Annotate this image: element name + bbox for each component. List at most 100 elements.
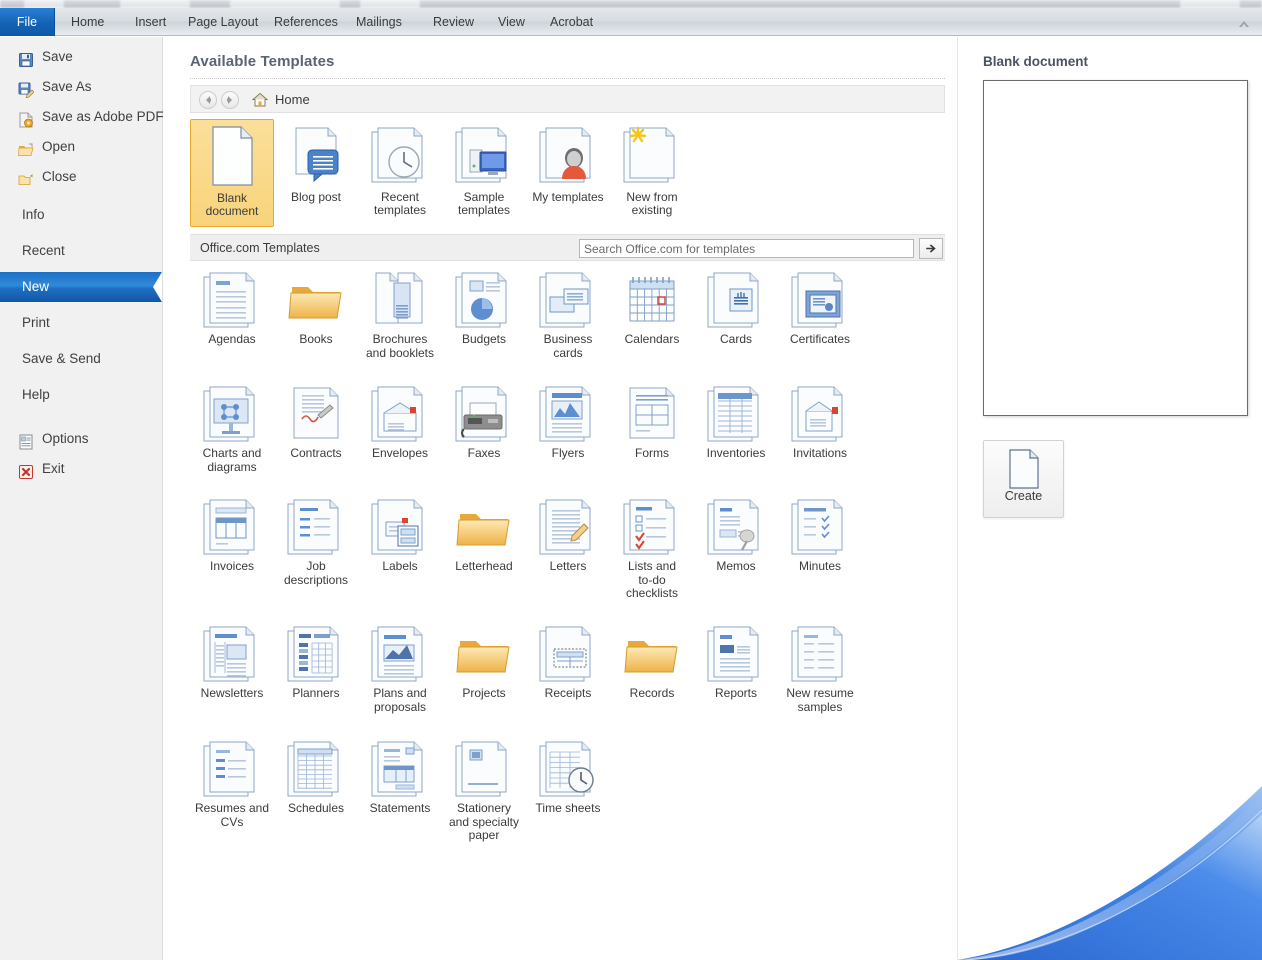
office-template-records[interactable]: Records [610,621,694,701]
tab-mailings[interactable]: Mailings [345,8,413,36]
tab-review[interactable]: Review [422,8,485,36]
sidebar-item-help[interactable]: Help [0,380,162,410]
template-tile-blog-post[interactable]: Blog post [274,119,358,227]
flyers-icon [526,381,610,447]
tab-file[interactable]: File [0,8,55,36]
office-template-plans-and-proposals[interactable]: Plans andproposals [358,621,442,714]
template-tile-recent-templates[interactable]: Recenttemplates [358,119,442,227]
office-template-statements[interactable]: Statements [358,736,442,816]
office-template-stationery-and-specialty-paper[interactable]: Stationeryand specialtypaper [442,736,526,843]
arrow-left-icon[interactable] [199,91,217,109]
template-tile-my-templates[interactable]: My templates [526,119,610,227]
office-template-contracts[interactable]: Contracts [274,381,358,461]
office-com-label: Office.com Templates [200,235,320,262]
office-template-cards[interactable]: Cards [694,267,778,347]
sidebar-item-print[interactable]: Print [0,308,162,338]
sidebar-item-options[interactable]: Options [0,424,162,454]
office-template-invitations[interactable]: Invitations [778,381,862,461]
sidebar-item-info[interactable]: Info [0,200,162,230]
sidebar-item-exit[interactable]: Exit [0,454,162,484]
office-template-budgets[interactable]: Budgets [442,267,526,347]
sidebar-item-save-as-adobe-pdf[interactable]: Save as Adobe PDF [0,102,162,132]
office-template-projects[interactable]: Projects [442,621,526,701]
tab-view[interactable]: View [487,8,536,36]
office-template-newsletters[interactable]: Newsletters [190,621,274,701]
office-template-receipts[interactable]: Receipts [526,621,610,701]
office-template-business-cards[interactable]: Businesscards [526,267,610,360]
arrow-right-icon[interactable] [221,91,239,109]
office-template-charts-and-diagrams[interactable]: Charts anddiagrams [190,381,274,474]
chevron-up-icon[interactable] [1238,17,1250,27]
office-com-template-grid: AgendasBooksBrochuresand bookletsBudgets… [190,267,945,861]
template-tile-label: Blankdocument [191,192,273,218]
office-template-lists-and-to-do-checklists[interactable]: Lists andto-dochecklists [610,494,694,601]
tab-acrobat[interactable]: Acrobat [539,8,604,36]
sidebar-item-close[interactable]: Close [0,162,162,192]
office-template-label: Labels [358,560,442,574]
time-sheets-icon [526,736,610,802]
tab-page-layout[interactable]: Page Layout [177,8,269,36]
office-template-brochures-and-booklets[interactable]: Brochuresand booklets [358,267,442,360]
create-button[interactable]: Create [983,440,1064,518]
template-tile-sample-templates[interactable]: Sampletemplates [442,119,526,227]
office-template-label: Calendars [610,333,694,347]
breadcrumb: Home [190,85,945,113]
tab-insert[interactable]: Insert [124,8,177,36]
planners-icon [274,621,358,687]
office-template-reports[interactable]: Reports [694,621,778,701]
office-template-planners[interactable]: Planners [274,621,358,701]
office-template-certificates[interactable]: Certificates [778,267,862,347]
sidebar-item-label: Recent [22,243,65,258]
office-template-books[interactable]: Books [274,267,358,347]
office-template-time-sheets[interactable]: Time sheets [526,736,610,816]
sidebar-item-new[interactable]: New [0,272,162,302]
blank-document-icon [984,441,1063,489]
office-template-memos[interactable]: Memos [694,494,778,574]
template-grid-row: AgendasBooksBrochuresand bookletsBudgets… [190,267,945,381]
contracts-icon [274,381,358,447]
sidebar-item-label: New [22,279,49,294]
office-template-letterhead[interactable]: Letterhead [442,494,526,574]
template-tile-label: Recenttemplates [358,191,442,217]
office-template-invoices[interactable]: Invoices [190,494,274,574]
sidebar-item-save-as[interactable]: Save As [0,72,162,102]
memos-icon [694,494,778,560]
office-template-resumes-and-cvs[interactable]: Resumes andCVs [190,736,274,829]
breadcrumb-home-link[interactable]: Home [275,86,310,114]
office-template-label: Invoices [190,560,274,574]
office-template-job-descriptions[interactable]: Jobdescriptions [274,494,358,587]
tab-references[interactable]: References [263,8,349,36]
office-template-flyers[interactable]: Flyers [526,381,610,461]
office-template-label: Time sheets [526,802,610,816]
office-template-minutes[interactable]: Minutes [778,494,862,574]
sidebar-item-open[interactable]: Open [0,132,162,162]
office-template-label: Books [274,333,358,347]
office-template-calendars[interactable]: Calendars [610,267,694,347]
search-input[interactable] [579,239,914,258]
office-template-new-resume-samples[interactable]: New resumesamples [778,621,862,714]
template-tile-new-from-existing[interactable]: New fromexisting [610,119,694,227]
sidebar-item-label: Save & Send [22,351,101,366]
new-from-existing-icon [610,119,694,191]
office-template-forms[interactable]: Forms [610,381,694,461]
office-template-faxes[interactable]: Faxes [442,381,526,461]
office-template-inventories[interactable]: Inventories [694,381,778,461]
template-tile-blank-document[interactable]: Blankdocument [190,119,274,227]
office-template-label: Brochuresand booklets [358,333,442,360]
sidebar-item-recent[interactable]: Recent [0,236,162,266]
tab-home[interactable]: Home [60,8,115,36]
search-go-button[interactable] [919,238,943,259]
sidebar-item-save[interactable]: Save [0,42,162,72]
office-template-schedules[interactable]: Schedules [274,736,358,816]
sidebar-item-save-send[interactable]: Save & Send [0,344,162,374]
open-folder-icon [18,139,34,155]
office-template-agendas[interactable]: Agendas [190,267,274,347]
agendas-icon [190,267,274,333]
office-template-envelopes[interactable]: Envelopes [358,381,442,461]
exit-icon [18,461,34,477]
office-template-labels[interactable]: Labels [358,494,442,574]
office-template-label: Contracts [274,447,358,461]
office-template-label: Projects [442,687,526,701]
recent-templates-icon [358,119,442,191]
office-template-letters[interactable]: Letters [526,494,610,574]
